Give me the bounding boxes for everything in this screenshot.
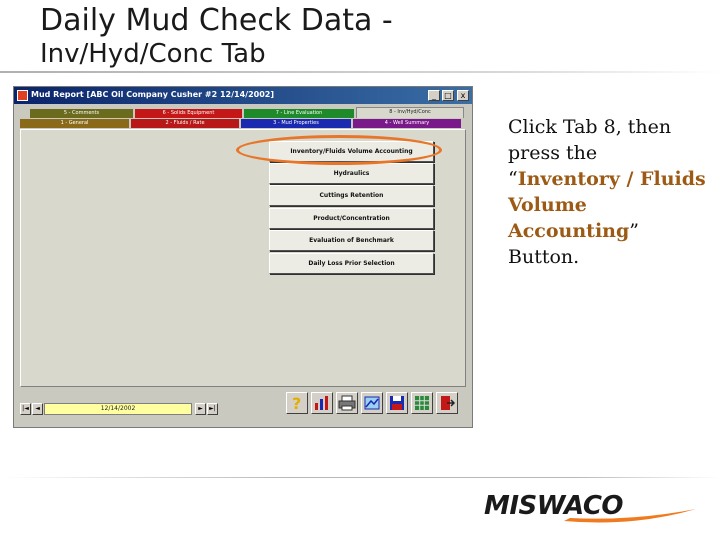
save-button[interactable]: [386, 392, 408, 414]
minimize-button[interactable]: _: [428, 90, 440, 101]
svg-text:?: ?: [292, 394, 301, 413]
print-icon: [338, 395, 356, 411]
help-icon: ?: [292, 394, 301, 413]
instruction-text: Click Tab 8, then press the “Inventory /…: [508, 114, 708, 270]
print-button[interactable]: [336, 392, 358, 414]
last-record-button[interactable]: ►|: [207, 403, 218, 415]
product-concentration-button[interactable]: Product/Concentration: [269, 208, 434, 229]
report-icon: [364, 396, 380, 410]
tab-comments[interactable]: 5 - Comments: [30, 109, 133, 118]
mud-report-window: Mud Report [ABC Oil Company Cusher #2 12…: [13, 86, 473, 428]
window-titlebar: Mud Report [ABC Oil Company Cusher #2 12…: [14, 87, 472, 104]
report-button[interactable]: [361, 392, 383, 414]
save-icon: [390, 396, 404, 410]
tab-fluids-rate[interactable]: 2 - Fluids / Rate: [131, 119, 239, 128]
tab-panel: Inventory/Fluids Volume Accounting Hydra…: [20, 129, 466, 387]
slide-subtitle: Inv/Hyd/Conc Tab: [40, 39, 266, 69]
logo-swoosh-icon: [564, 509, 696, 523]
maximize-button[interactable]: □: [442, 90, 454, 101]
tab-line-evaluation[interactable]: 7 - Line Evaluation: [244, 109, 354, 118]
chart-button[interactable]: [311, 392, 333, 414]
window-title: Mud Report [ABC Oil Company Cusher #2 12…: [31, 90, 274, 99]
instruction-highlight: Inventory / Fluids Volume Accounting: [508, 168, 706, 242]
prev-record-button[interactable]: ◄: [32, 403, 43, 415]
help-button[interactable]: ?: [286, 392, 308, 414]
record-navigator: |◄ ◄ 12/14/2002 ► ►|: [20, 403, 220, 416]
exit-icon: [441, 396, 456, 410]
grid-button[interactable]: [411, 392, 433, 414]
exit-button[interactable]: [436, 392, 458, 414]
record-date-field[interactable]: 12/14/2002: [44, 403, 192, 415]
tab-inv-hyd-conc[interactable]: 8 - Inv/Hyd/Conc: [356, 107, 464, 118]
tab-general[interactable]: 1 - General: [20, 119, 129, 128]
tab-mud-properties[interactable]: 3 - Mud Properties: [241, 119, 351, 128]
chart-icon: [315, 396, 328, 410]
daily-loss-prior-selection-button[interactable]: Daily Loss Prior Selection: [269, 253, 434, 274]
title-rule: [0, 71, 720, 73]
footer-rule: [0, 477, 720, 478]
slide-title: Daily Mud Check Data -: [40, 3, 393, 38]
tab-solids-equipment[interactable]: 6 - Solids Equipment: [135, 109, 242, 118]
highlight-ellipse: [236, 135, 442, 165]
hydraulics-button[interactable]: Hydraulics: [269, 163, 434, 184]
miswaco-logo: MISWACO: [484, 491, 700, 527]
evaluation-of-benchmark-button[interactable]: Evaluation of Benchmark: [269, 230, 434, 251]
app-icon: [17, 90, 28, 101]
first-record-button[interactable]: |◄: [20, 403, 31, 415]
grid-icon: [415, 396, 429, 410]
close-button[interactable]: x: [457, 90, 469, 101]
cuttings-retention-button[interactable]: Cuttings Retention: [269, 185, 434, 206]
next-record-button[interactable]: ►: [195, 403, 206, 415]
tab-well-summary[interactable]: 4 - Well Summary: [353, 119, 461, 128]
